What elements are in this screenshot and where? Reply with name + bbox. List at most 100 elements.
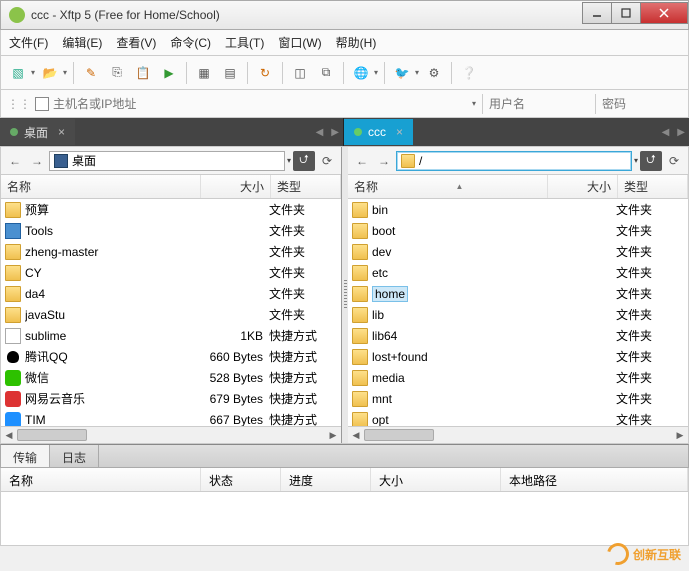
path-dropdown-icon[interactable]: ▾ <box>287 156 291 165</box>
location-icon <box>401 154 415 168</box>
menu-help[interactable]: 帮助(H) <box>336 34 377 51</box>
tcol-name[interactable]: 名称 <box>1 468 201 491</box>
scroll-left-icon[interactable]: ◀ <box>348 427 364 443</box>
maximize-button[interactable] <box>611 2 641 24</box>
list-item[interactable]: CY文件夹 <box>1 262 341 283</box>
list-item[interactable]: boot文件夹 <box>348 220 688 241</box>
col-size[interactable]: 大小 <box>201 175 271 198</box>
tile-icon[interactable]: ⧉ <box>315 62 337 84</box>
list-item[interactable]: dev文件夹 <box>348 241 688 262</box>
refresh-button[interactable]: ⟳ <box>664 151 684 171</box>
scroll-right-icon[interactable]: ▶ <box>325 427 341 443</box>
file-list[interactable]: bin文件夹boot文件夹dev文件夹etc文件夹home文件夹lib文件夹li… <box>348 199 688 426</box>
col-size[interactable]: 大小 <box>548 175 618 198</box>
tab-next-icon[interactable]: ▶ <box>677 127 685 138</box>
tcol-status[interactable]: 状态 <box>201 468 281 491</box>
play-icon[interactable]: ▶ <box>158 62 180 84</box>
menu-tools[interactable]: 工具(T) <box>225 34 264 51</box>
col-type[interactable]: 类型 <box>271 175 341 198</box>
tab-prev-icon[interactable]: ◀ <box>316 127 324 138</box>
close-tab-icon[interactable]: × <box>58 125 65 139</box>
list-item[interactable]: etc文件夹 <box>348 262 688 283</box>
settings-icon[interactable]: ⚙ <box>423 62 445 84</box>
delete-icon[interactable]: ▤ <box>219 62 241 84</box>
paste-icon[interactable]: 📋 <box>132 62 154 84</box>
tab-next-icon[interactable]: ▶ <box>331 127 339 138</box>
list-item[interactable]: bin文件夹 <box>348 199 688 220</box>
close-tab-icon[interactable]: × <box>396 125 403 139</box>
transfer-list[interactable] <box>0 492 689 546</box>
back-button[interactable]: ← <box>352 151 372 171</box>
list-item[interactable]: da4文件夹 <box>1 283 341 304</box>
copy-icon[interactable]: ⎘ <box>106 62 128 84</box>
path-dropdown-icon[interactable]: ▾ <box>634 156 638 165</box>
up-button[interactable]: ⮍ <box>640 151 662 171</box>
list-item[interactable]: 网易云音乐679 Bytes快捷方式 <box>1 388 341 409</box>
window-icon[interactable]: ◫ <box>289 62 311 84</box>
tab-log[interactable]: 日志 <box>50 445 99 467</box>
session-tabstrip: 桌面 × ◀ ▶ ccc × ◀ ▶ <box>0 118 689 146</box>
tcol-localpath[interactable]: 本地路径 <box>501 468 688 491</box>
sync-icon[interactable]: ↻ <box>254 62 276 84</box>
open-icon[interactable]: 📂 <box>39 62 61 84</box>
item-type: 文件夹 <box>269 306 337 323</box>
menu-command[interactable]: 命令(C) <box>170 34 211 51</box>
list-item[interactable]: 腾讯QQ660 Bytes快捷方式 <box>1 346 341 367</box>
menu-file[interactable]: 文件(F) <box>9 34 48 51</box>
tcol-size[interactable]: 大小 <box>371 468 501 491</box>
edit-icon[interactable]: ✎ <box>80 62 102 84</box>
list-item[interactable]: Tools文件夹 <box>1 220 341 241</box>
forward-button[interactable]: → <box>27 151 47 171</box>
hscrollbar[interactable]: ◀ ▶ <box>1 426 341 443</box>
path-box[interactable]: 桌面 <box>49 151 285 171</box>
new-session-icon[interactable]: ▧ <box>7 62 29 84</box>
file-list[interactable]: 预算文件夹Tools文件夹zheng-master文件夹CY文件夹da4文件夹j… <box>1 199 341 426</box>
minimize-button[interactable] <box>582 2 612 24</box>
list-item[interactable]: lib文件夹 <box>348 304 688 325</box>
scroll-thumb[interactable] <box>17 429 87 441</box>
menu-edit[interactable]: 编辑(E) <box>62 34 102 51</box>
scroll-thumb[interactable] <box>364 429 434 441</box>
scroll-left-icon[interactable]: ◀ <box>1 427 17 443</box>
list-item[interactable]: sublime1KB快捷方式 <box>1 325 341 346</box>
list-item[interactable]: mnt文件夹 <box>348 388 688 409</box>
refresh-button[interactable]: ⟳ <box>317 151 337 171</box>
remote-pane: ← → / ▾ ⮍ ⟳ 名称▲ 大小 类型 bin文件夹boot文件夹dev文件… <box>348 147 688 443</box>
tab-desktop[interactable]: 桌面 × <box>0 119 75 145</box>
back-button[interactable]: ← <box>5 151 25 171</box>
up-button[interactable]: ⮍ <box>293 151 315 171</box>
password-input[interactable] <box>602 97 682 111</box>
menu-view[interactable]: 查看(V) <box>116 34 156 51</box>
tab-ccc[interactable]: ccc × <box>344 119 413 145</box>
tab-prev-icon[interactable]: ◀ <box>662 127 670 138</box>
host-dropdown-icon[interactable]: ▾ <box>472 99 476 108</box>
close-button[interactable] <box>640 2 688 24</box>
list-item[interactable]: lib64文件夹 <box>348 325 688 346</box>
forward-button[interactable]: → <box>374 151 394 171</box>
tcol-progress[interactable]: 进度 <box>281 468 371 491</box>
host-input[interactable] <box>53 97 474 111</box>
help-icon[interactable]: ❔ <box>458 62 480 84</box>
tab-transfer[interactable]: 传输 <box>1 445 50 467</box>
globe-icon[interactable]: 🌐 <box>350 62 372 84</box>
bird-icon[interactable]: 🐦 <box>391 62 413 84</box>
list-item[interactable]: 微信528 Bytes快捷方式 <box>1 367 341 388</box>
list-item[interactable]: lost+found文件夹 <box>348 346 688 367</box>
scroll-right-icon[interactable]: ▶ <box>672 427 688 443</box>
path-box[interactable]: / <box>396 151 632 171</box>
list-item[interactable]: zheng-master文件夹 <box>1 241 341 262</box>
col-name[interactable]: 名称 <box>1 175 201 198</box>
list-item[interactable]: 预算文件夹 <box>1 199 341 220</box>
list-item[interactable]: TIM667 Bytes快捷方式 <box>1 409 341 426</box>
list-header: 名称▲ 大小 类型 <box>348 175 688 199</box>
list-item[interactable]: opt文件夹 <box>348 409 688 426</box>
col-type[interactable]: 类型 <box>618 175 688 198</box>
menu-window[interactable]: 窗口(W) <box>278 34 321 51</box>
newfile-icon[interactable]: ▦ <box>193 62 215 84</box>
list-item[interactable]: javaStu文件夹 <box>1 304 341 325</box>
col-name[interactable]: 名称▲ <box>348 175 548 198</box>
list-item[interactable]: media文件夹 <box>348 367 688 388</box>
list-item[interactable]: home文件夹 <box>348 283 688 304</box>
hscrollbar[interactable]: ◀ ▶ <box>348 426 688 443</box>
username-input[interactable] <box>489 97 589 111</box>
